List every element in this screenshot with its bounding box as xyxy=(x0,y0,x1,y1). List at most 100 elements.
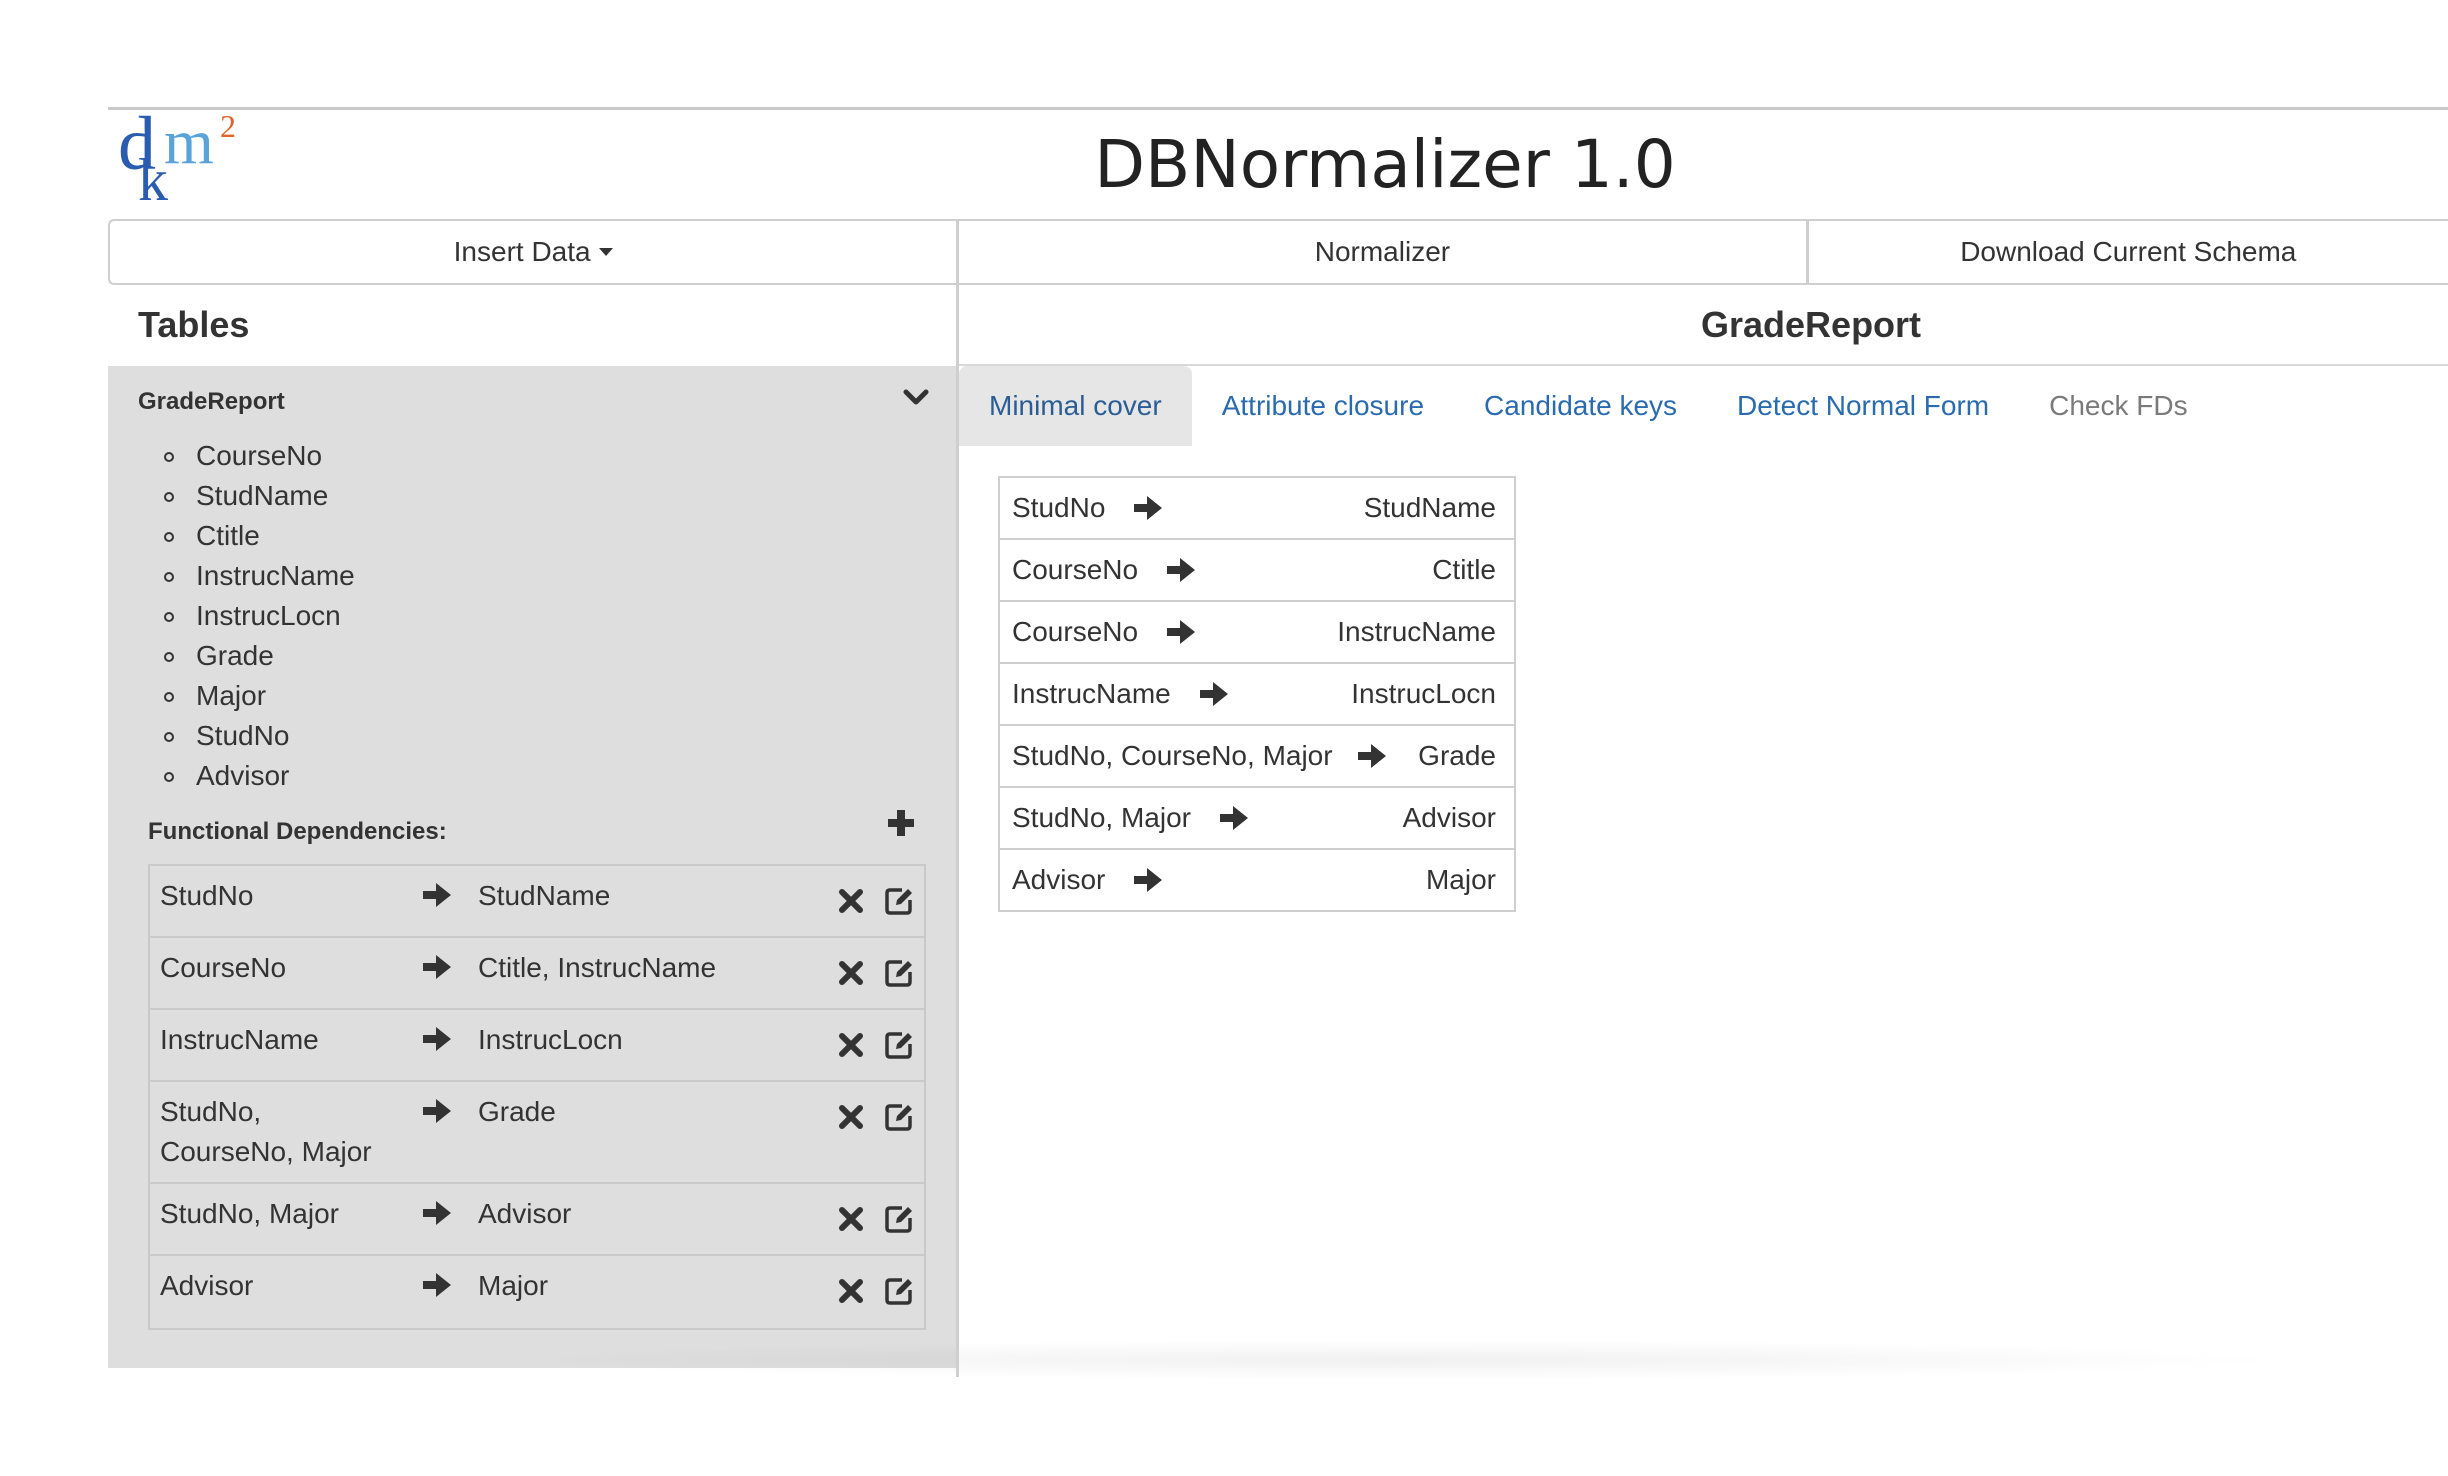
cover-row: CourseNo Ctitle xyxy=(1000,540,1514,602)
header-rule xyxy=(108,107,2448,110)
times-icon[interactable] xyxy=(838,1206,864,1232)
edit-icon[interactable] xyxy=(884,886,914,916)
cover-row: Advisor Major xyxy=(1000,850,1514,910)
cover-row: StudNo, CourseNo, Major Grade xyxy=(1000,726,1514,788)
fd-rhs: Major xyxy=(478,1270,549,1301)
panel-shadow xyxy=(500,1340,2300,1380)
caret-down-icon xyxy=(598,248,613,256)
cover-lhs-text: CourseNo xyxy=(1012,616,1139,647)
cover-lhs: StudNo xyxy=(1012,478,1163,538)
download-schema-button[interactable]: Download Current Schema xyxy=(1809,221,2448,283)
tables-header: Tables xyxy=(108,290,958,366)
cover-lhs-text: StudNo xyxy=(1012,492,1106,523)
arrow-right-icon xyxy=(1167,620,1196,644)
edit-icon[interactable] xyxy=(884,1102,914,1132)
attribute-item: InstrucLocn xyxy=(158,596,355,636)
edit-icon[interactable] xyxy=(884,1276,914,1306)
times-icon[interactable] xyxy=(838,960,864,986)
chevron-down-icon[interactable] xyxy=(901,384,931,410)
tables-title: Tables xyxy=(138,304,250,345)
tab-minimal-cover[interactable]: Minimal cover xyxy=(959,366,1192,446)
panel-divider xyxy=(956,285,959,1377)
cover-lhs-text: InstrucName xyxy=(1012,678,1171,709)
fd-rhs: Grade xyxy=(478,1096,556,1127)
cover-lhs: CourseNo xyxy=(1012,602,1196,662)
attribute-item: StudNo xyxy=(158,716,355,756)
times-icon[interactable] xyxy=(838,1032,864,1058)
arrow-right-icon xyxy=(423,1273,451,1297)
normalizer-button[interactable]: Normalizer xyxy=(959,221,1809,283)
insert-data-dropdown[interactable]: Insert Data xyxy=(110,221,960,283)
cover-lhs-text: StudNo, Major xyxy=(1012,802,1191,833)
edit-icon[interactable] xyxy=(884,958,914,988)
dkm2-logo: d k m 2 xyxy=(118,106,248,210)
fd-lhs: StudNo, Major xyxy=(160,1198,339,1229)
schema-title: GradeReport xyxy=(1701,304,1922,345)
cover-rhs: InstrucName xyxy=(1337,616,1496,647)
cover-lhs-text: StudNo, CourseNo, Major xyxy=(1012,740,1333,771)
fd-lhs: Advisor xyxy=(160,1270,254,1301)
fd-lhs: StudNo xyxy=(160,880,254,911)
fd-row: CourseNo Ctitle, InstrucName xyxy=(150,938,924,1010)
arrow-right-icon xyxy=(1167,558,1196,582)
cover-row: StudNo StudName xyxy=(1000,478,1514,540)
tab-detect-normal-form[interactable]: Detect Normal Form xyxy=(1707,366,2019,446)
cover-lhs: StudNo, Major xyxy=(1012,788,1249,848)
edit-icon[interactable] xyxy=(884,1030,914,1060)
fd-row: StudNo, CourseNo, Major Grade xyxy=(150,1082,924,1184)
tab-check-fds[interactable]: Check FDs xyxy=(2019,366,2217,446)
cover-lhs: Advisor xyxy=(1012,850,1163,910)
cover-rhs: Major xyxy=(1425,864,1496,895)
arrow-right-icon xyxy=(1134,868,1163,892)
app-title: DBNormalizer 1.0 xyxy=(1094,126,1676,203)
arrow-right-icon xyxy=(1134,496,1163,520)
app-page: d k m 2 DBNormalizer 1.0 Insert Data Nor… xyxy=(0,0,2448,1476)
cover-lhs: CourseNo xyxy=(1012,540,1196,600)
fd-table: StudNo StudName CourseNo Ctitle, Instruc… xyxy=(148,864,926,1330)
table-panel: GradeReport CourseNo StudName Ctitle Ins… xyxy=(108,366,956,1368)
table-name: GradeReport xyxy=(138,388,285,415)
attribute-item: Ctitle xyxy=(158,516,355,556)
fd-row: StudNo, Major Advisor xyxy=(150,1184,924,1256)
arrow-right-icon xyxy=(423,1201,451,1225)
cover-row: StudNo, Major Advisor xyxy=(1000,788,1514,850)
fd-lhs: CourseNo xyxy=(160,952,287,983)
logo-superscript: 2 xyxy=(220,108,236,144)
cover-rhs: Advisor xyxy=(1402,802,1496,833)
arrow-right-icon xyxy=(423,1099,451,1123)
cover-row: CourseNo InstrucName xyxy=(1000,602,1514,664)
download-schema-label: Download Current Schema xyxy=(1960,236,2297,267)
fd-rhs: StudName xyxy=(478,880,611,911)
schema-header: GradeReport xyxy=(959,290,2448,366)
analysis-tabs: Minimal cover Attribute closure Candidat… xyxy=(959,366,2218,446)
arrow-right-icon xyxy=(423,1027,451,1051)
fd-row: StudNo StudName xyxy=(150,866,924,938)
attribute-item: Advisor xyxy=(158,756,355,796)
fd-lhs: InstrucName xyxy=(160,1024,319,1055)
attribute-item: CourseNo xyxy=(158,436,355,476)
cover-rhs: Ctitle xyxy=(1432,554,1496,585)
attribute-list: CourseNo StudName Ctitle InstrucName Ins… xyxy=(158,436,355,796)
times-icon[interactable] xyxy=(838,1104,864,1130)
fd-rhs: Ctitle, InstrucName xyxy=(478,952,717,983)
attribute-item: StudName xyxy=(158,476,355,516)
logo-letter-m: m xyxy=(164,106,214,177)
cover-lhs: StudNo, CourseNo, Major xyxy=(1012,726,1387,786)
fd-lhs: StudNo, CourseNo, Major xyxy=(160,1096,372,1167)
normalizer-label: Normalizer xyxy=(1314,236,1451,267)
tab-candidate-keys[interactable]: Candidate keys xyxy=(1454,366,1707,446)
main-nav: Insert Data Normalizer Download Current … xyxy=(108,219,2448,285)
cover-lhs-text: CourseNo xyxy=(1012,554,1139,585)
attribute-item: Grade xyxy=(158,636,355,676)
fd-row: InstrucName InstrucLocn xyxy=(150,1010,924,1082)
minimal-cover-table: StudNo StudName CourseNo Ctitle CourseNo… xyxy=(998,476,1516,912)
tab-attribute-closure[interactable]: Attribute closure xyxy=(1192,366,1454,446)
plus-icon[interactable] xyxy=(886,808,916,838)
insert-data-label: Insert Data xyxy=(453,236,591,267)
times-icon[interactable] xyxy=(838,1278,864,1304)
fd-row: Advisor Major xyxy=(150,1256,924,1328)
edit-icon[interactable] xyxy=(884,1204,914,1234)
attribute-item: Major xyxy=(158,676,355,716)
cover-rhs: Grade xyxy=(1418,740,1496,771)
times-icon[interactable] xyxy=(838,888,864,914)
